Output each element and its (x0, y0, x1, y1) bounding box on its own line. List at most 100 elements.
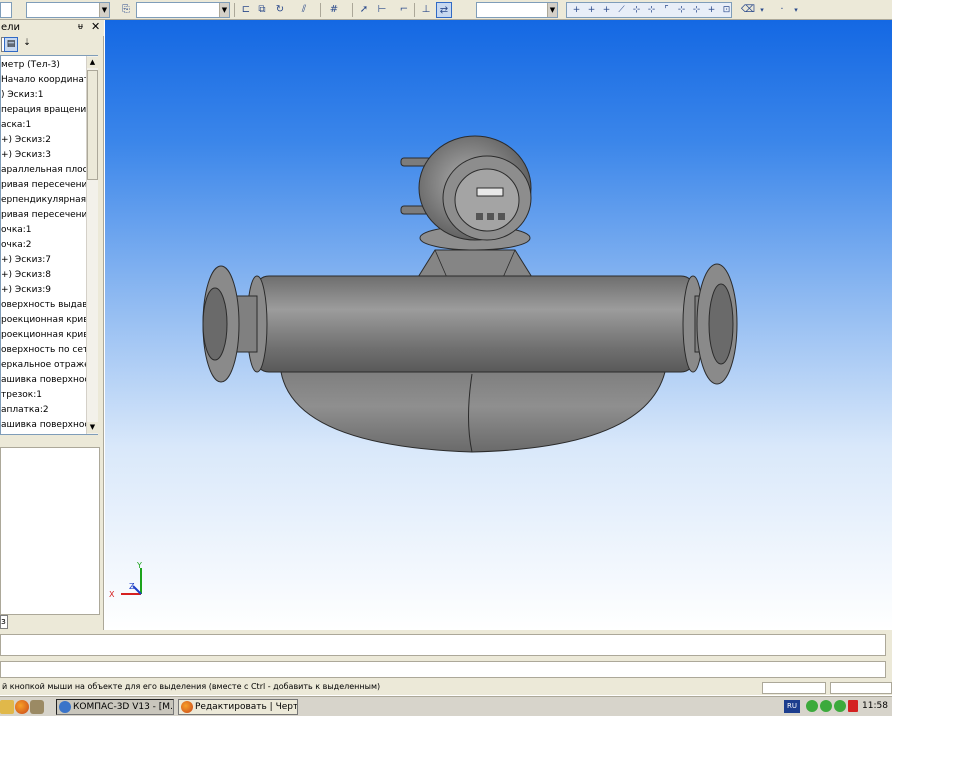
tree-item[interactable]: очка:2 (1, 238, 32, 253)
property-bar[interactable] (0, 661, 886, 678)
ortho-icon[interactable]: ⊥ (418, 2, 434, 18)
style-select[interactable]: ▼ (26, 2, 110, 18)
command-input[interactable] (0, 634, 886, 656)
coordinate-icon[interactable]: ⊢ (374, 2, 390, 18)
gimp-icon[interactable] (30, 700, 44, 714)
tree-item[interactable]: +) Эскиз:9 (1, 283, 51, 298)
align-icon[interactable]: ⌐ (396, 2, 412, 18)
axis-y-label: Y (137, 561, 142, 570)
lcd-display (476, 187, 504, 197)
tree-item[interactable]: ) Эскиз:1 (1, 88, 43, 103)
close-icon[interactable]: ✕ (91, 20, 100, 33)
chevron-down-icon: ▼ (99, 3, 109, 17)
task-editor[interactable]: Редактировать | Черте... (178, 699, 298, 715)
language-indicator[interactable]: RU (784, 700, 800, 713)
chevron-down-icon[interactable]: ▾ (754, 2, 770, 18)
snap-toggle-icon[interactable]: ⇄ (436, 2, 452, 18)
panel-title: ели (1, 22, 21, 33)
tree-item[interactable]: +) Эскиз:3 (1, 148, 51, 163)
structure-view-icon[interactable]: ▤ (4, 37, 18, 52)
keypad-button (476, 213, 483, 220)
separator (414, 3, 415, 17)
panel-header: ели ᵾ ✕ (0, 20, 104, 36)
tree-item[interactable]: метр (Тел-3) (1, 58, 60, 73)
flange-bore-right (708, 283, 734, 365)
order-view-icon[interactable]: ⇣ (20, 37, 34, 52)
sketch-icon[interactable]: ⊏ (238, 2, 254, 18)
tree-item[interactable]: трезок:1 (1, 388, 42, 403)
layer-field[interactable] (0, 2, 12, 18)
mirror-icon[interactable]: ⫽ (296, 2, 312, 18)
tree-item[interactable]: +) Эскиз:8 (1, 268, 51, 283)
separator (234, 3, 235, 17)
rotate-icon[interactable]: ↻ (272, 2, 288, 18)
pin-icon[interactable]: ᵾ (78, 21, 83, 32)
chevron-down-icon[interactable]: ▾ (788, 2, 804, 18)
tree-item[interactable]: оверхность выдавлив (1, 298, 97, 313)
tray-app-icon[interactable] (820, 700, 832, 712)
status-field (762, 682, 826, 694)
step-field[interactable]: ▼ (476, 2, 558, 18)
kaspersky-icon[interactable] (848, 700, 858, 712)
snap-point-icon[interactable]: ⊹ (689, 3, 704, 17)
copy-icon[interactable]: ⧉ (254, 2, 270, 18)
tree-item[interactable]: роекционная кривая:1 (1, 313, 97, 328)
model-viewport[interactable]: Y X Z (105, 20, 892, 630)
scroll-down-icon[interactable]: ▼ (87, 422, 98, 433)
snap-point-icon[interactable]: ⟋ (614, 3, 629, 17)
keypad-button (498, 213, 505, 220)
snap-point-icon[interactable]: ⊹ (629, 3, 644, 17)
panel-bottom-tab[interactable]: з (0, 615, 8, 629)
scroll-thumb[interactable] (87, 70, 98, 180)
firefox-icon[interactable] (15, 700, 29, 714)
axis-triad (121, 568, 142, 595)
snap-point-icon[interactable]: ⊹ (644, 3, 659, 17)
flange-bore-left (202, 287, 228, 361)
edit-sketch-icon[interactable]: ⎘ (118, 2, 134, 18)
firefox-icon (181, 701, 193, 713)
main-pipe (254, 275, 696, 373)
model-tree-panel: ели ᵾ ✕ ⊟ ▤ ⇣ метр (Тел-3)Начало координ… (0, 20, 104, 630)
clock: 11:58 (862, 701, 888, 711)
tree-scrollbar[interactable]: ▲ ▼ (86, 56, 98, 434)
tree-item[interactable]: оверхность по сети кр (1, 343, 97, 358)
model-tree: метр (Тел-3) Начало координат) Эскиз:1 пер… (0, 55, 98, 435)
task-label: Редактировать | Черте... (195, 702, 298, 712)
tree-item[interactable]: ривая пересечения:1 (1, 178, 97, 193)
tree-item[interactable]: аска:1 (1, 118, 31, 133)
bottom-panels (0, 630, 892, 681)
snap-point-icon[interactable]: + (584, 3, 599, 17)
snap-point-icon[interactable]: + (599, 3, 614, 17)
scroll-up-icon[interactable]: ▲ (87, 57, 98, 68)
measuring-tube-housing (280, 360, 666, 453)
snap-point-icon[interactable]: ⊹ (674, 3, 689, 17)
tree-item[interactable]: перация вращения:1 (1, 103, 97, 118)
tray-app-icon[interactable] (834, 700, 846, 712)
tree-item[interactable]: ривая пересечения:2 (1, 208, 97, 223)
view-select[interactable]: ▼ (136, 2, 230, 18)
snap-point-icon[interactable]: ⊡ (719, 3, 734, 17)
folder-icon[interactable] (0, 700, 14, 714)
tree-item[interactable]: +) Эскиз:2 (1, 133, 51, 148)
tree-item[interactable]: аплатка:2 (1, 403, 49, 418)
snap-toolbar: + + + ⟋ ⊹ ⊹ ⌜ ⊹ ⊹ + ⊡ (566, 2, 732, 18)
grid-icon[interactable]: # (326, 2, 342, 18)
snap-point-icon[interactable]: ⌜ (659, 3, 674, 17)
tree-item[interactable]: ерпендикулярная плос (1, 193, 97, 208)
tray-app-icon[interactable] (806, 700, 818, 712)
snap-point-icon[interactable]: + (704, 3, 719, 17)
task-kompas[interactable]: КОМПАС-3D V13 - [М... (56, 699, 174, 715)
tree-item[interactable]: Начало координат (1, 73, 89, 88)
screen: ▼ ⎘ ▼ ⊏ ⧉ ↻ ⫽ # ➚ ⊢ ⌐ ⊥ ⇄ ▼ + + + ⟋ ⊹ ⊹ … (0, 0, 960, 768)
cursor-icon[interactable]: ➚ (356, 2, 372, 18)
snap-point-icon[interactable]: + (569, 3, 584, 17)
tree-item[interactable]: ашивка поверхностей:2 (1, 418, 97, 433)
display-bezel (454, 168, 520, 232)
tree-item[interactable]: очка:1 (1, 223, 32, 238)
status-hint: й кнопкой мыши на объекте для его выделе… (2, 682, 381, 691)
tree-item[interactable]: +) Эскиз:7 (1, 253, 51, 268)
tree-item[interactable]: еркальное отражение: (1, 358, 97, 373)
tree-item[interactable]: ашивка поверхностей:1 (1, 373, 97, 388)
tree-item[interactable]: араллельная плоскост (1, 163, 97, 178)
tree-item[interactable]: роекционная кривая:2 (1, 328, 97, 343)
